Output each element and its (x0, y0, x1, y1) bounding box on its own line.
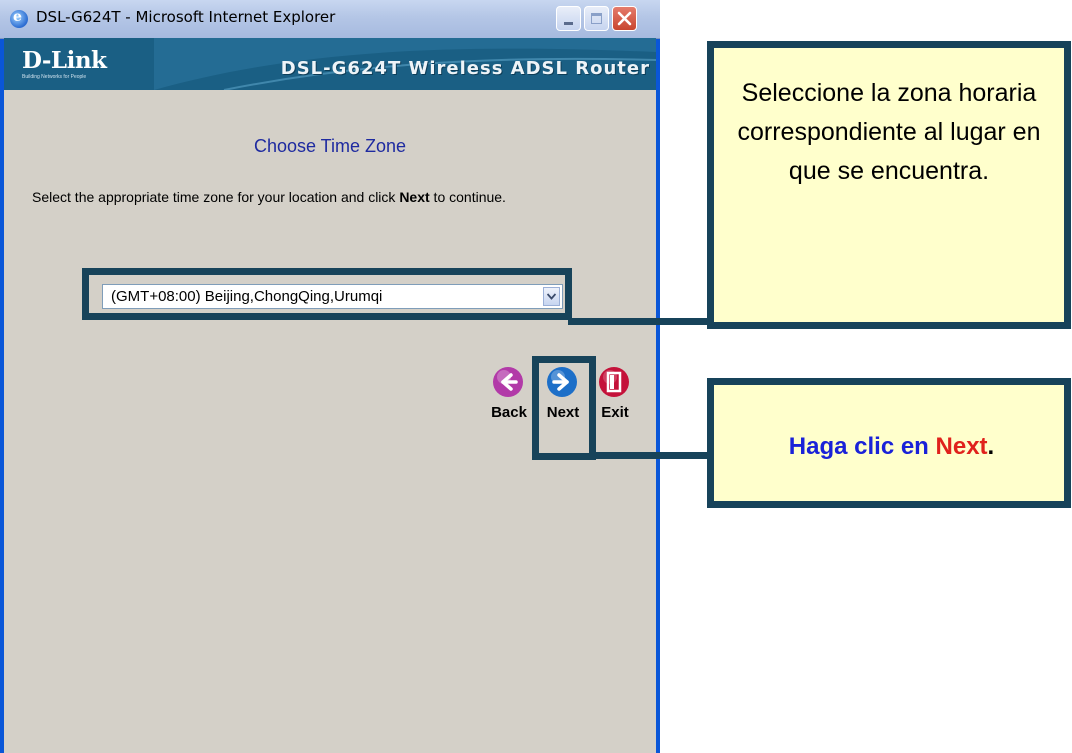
dlink-logo: D-Link (22, 47, 107, 74)
timezone-callout-text: Seleccione la zona horaria correspondien… (737, 79, 1041, 185)
window-title: DSL-G624T - Microsoft Internet Explorer (36, 8, 336, 26)
title-bar[interactable]: e DSL-G624T - Microsoft Internet Explore… (0, 0, 660, 39)
instruction-after: to continue. (429, 189, 506, 205)
close-button[interactable] (612, 6, 637, 31)
next-callout: Haga clic en Next. (707, 378, 1071, 508)
internet-explorer-icon: e (10, 9, 28, 28)
next-callout-suffix: . (987, 433, 995, 460)
next-highlight-box (532, 356, 596, 460)
next-callout-prefix: Haga clic en (788, 433, 936, 460)
next-callout-word: Next (935, 433, 988, 460)
close-icon (617, 11, 632, 26)
exit-door-icon (599, 367, 629, 397)
instruction-text: Select the appropriate time zone for you… (32, 188, 592, 206)
timezone-callout: Seleccione la zona horaria correspondien… (707, 41, 1071, 329)
back-button[interactable]: Back (486, 366, 532, 436)
instruction-before: Select the appropriate time zone for you… (32, 189, 400, 205)
next-callout-text: Haga clic en Next. (734, 433, 1049, 461)
dlink-tagline: Building Networks for People (22, 74, 87, 80)
maximize-button[interactable] (584, 6, 609, 31)
dlink-banner: D-Link Building Networks for People DSL-… (4, 38, 656, 90)
instruction-next-word: Next (399, 189, 430, 205)
exit-label: Exit (601, 404, 629, 421)
back-arrow-icon (493, 367, 523, 397)
product-name: DSL-G624T Wireless ADSL Router (280, 58, 650, 79)
timezone-connector-line (568, 318, 712, 325)
page-title: Choose Time Zone (253, 136, 407, 156)
back-label: Back (491, 404, 527, 421)
minimize-button[interactable] (556, 6, 581, 31)
next-connector-line (594, 452, 712, 459)
exit-button[interactable]: Exit (592, 366, 638, 436)
timezone-highlight-box (82, 268, 572, 320)
